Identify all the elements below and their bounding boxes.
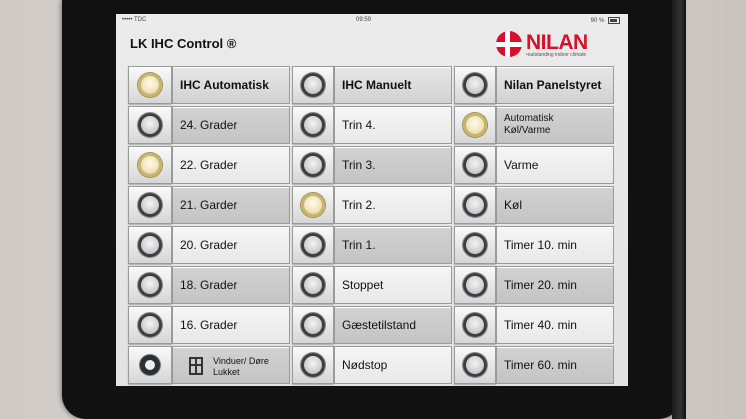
- trin-1-button[interactable]: [292, 226, 334, 264]
- danish-flag-icon: [496, 31, 522, 57]
- trin-4-label: Trin 4.: [334, 106, 452, 144]
- kol-label: Køl: [496, 186, 614, 224]
- ihc-automatisk-header: IHC Automatisk: [172, 66, 290, 104]
- lamp-indicator-icon: [301, 153, 325, 177]
- lamp-indicator-icon: [301, 193, 325, 217]
- grader-21-label: 21. Garder: [172, 186, 290, 224]
- lamp-indicator-icon: [138, 193, 162, 217]
- grader-22-label: 22. Grader: [172, 146, 290, 184]
- lamp-indicator-icon: [138, 113, 162, 137]
- grader-18-button[interactable]: [128, 266, 172, 304]
- lamp-indicator-icon: [301, 233, 325, 257]
- vinduer-label: Vinduer/ Døre Lukket: [172, 346, 290, 384]
- varme-label: Varme: [496, 146, 614, 184]
- grader-24-button[interactable]: [128, 106, 172, 144]
- lamp-indicator-icon: [140, 355, 160, 375]
- window-icon: [189, 357, 203, 375]
- status-bar: ••••• TDC 09:59 90 %: [116, 14, 628, 28]
- automatisk-line2: Køl/Varme: [504, 125, 551, 136]
- nilan-panelstyret-header: Nilan Panelstyret: [496, 66, 614, 104]
- app-screen: ••••• TDC 09:59 90 % LK IHC Control ® NI…: [116, 14, 628, 386]
- carrier-label: ••••• TDC: [122, 17, 147, 23]
- automatisk-kol-varme-label: Automatisk Køl/Varme: [496, 106, 614, 144]
- grader-18-label: 18. Grader: [172, 266, 290, 304]
- gaestetilstand-button[interactable]: [292, 306, 334, 344]
- vinduer-line1: Vinduer/ Døre: [213, 356, 269, 366]
- app-title: LK IHC Control ®: [130, 36, 237, 51]
- trin-3-label: Trin 3.: [334, 146, 452, 184]
- clock: 09:59: [356, 17, 372, 23]
- lamp-indicator-icon: [301, 113, 325, 137]
- automatisk-kol-varme-button[interactable]: [454, 106, 496, 144]
- control-grid: IHC Automatisk 24. Grader 22. Grader 21.…: [128, 66, 618, 384]
- lamp-indicator-icon: [138, 313, 162, 337]
- trin-2-button[interactable]: [292, 186, 334, 224]
- timer-10-button[interactable]: [454, 226, 496, 264]
- grader-21-button[interactable]: [128, 186, 172, 224]
- battery-icon: [608, 17, 620, 24]
- grader-22-button[interactable]: [128, 146, 172, 184]
- stoppet-label: Stoppet: [334, 266, 452, 304]
- grader-16-button[interactable]: [128, 306, 172, 344]
- stoppet-button[interactable]: [292, 266, 334, 304]
- lamp-indicator-icon: [301, 73, 325, 97]
- grader-16-label: 16. Grader: [172, 306, 290, 344]
- battery-status: 90 %: [591, 17, 620, 24]
- lamp-indicator-icon: [463, 193, 487, 217]
- lamp-indicator-icon: [463, 153, 487, 177]
- trin-4-button[interactable]: [292, 106, 334, 144]
- timer-20-button[interactable]: [454, 266, 496, 304]
- nilan-logo: NILAN •outstanding indoor climate: [492, 29, 622, 63]
- ihc-manuelt-button[interactable]: [292, 66, 334, 104]
- lamp-indicator-icon: [138, 273, 162, 297]
- timer-20-label: Timer 20. min: [496, 266, 614, 304]
- lamp-indicator-icon: [301, 273, 325, 297]
- lamp-indicator-icon: [138, 73, 162, 97]
- ihc-automatisk-button[interactable]: [128, 66, 172, 104]
- lamp-indicator-icon: [138, 233, 162, 257]
- vinduer-button[interactable]: [128, 346, 172, 384]
- varme-button[interactable]: [454, 146, 496, 184]
- timer-40-button[interactable]: [454, 306, 496, 344]
- battery-label: 90 %: [590, 18, 605, 25]
- vinduer-line2: Lukket: [213, 367, 240, 377]
- trin-3-button[interactable]: [292, 146, 334, 184]
- timer-10-label: Timer 10. min: [496, 226, 614, 264]
- lamp-indicator-icon: [463, 233, 487, 257]
- timer-40-label: Timer 40. min: [496, 306, 614, 344]
- timer-60-button[interactable]: [454, 346, 496, 384]
- vinduer-label-text: Vinduer/ Døre Lukket: [213, 356, 269, 378]
- lamp-indicator-icon: [301, 353, 325, 377]
- trin-2-label: Trin 2.: [334, 186, 452, 224]
- trin-1-label: Trin 1.: [334, 226, 452, 264]
- lamp-indicator-icon: [463, 273, 487, 297]
- lamp-indicator-icon: [463, 113, 487, 137]
- grader-20-button[interactable]: [128, 226, 172, 264]
- kol-button[interactable]: [454, 186, 496, 224]
- lamp-indicator-icon: [463, 353, 487, 377]
- lamp-indicator-icon: [301, 313, 325, 337]
- lamp-indicator-icon: [138, 153, 162, 177]
- automatisk-line1: Automatisk: [504, 113, 554, 124]
- lamp-indicator-icon: [463, 73, 487, 97]
- grader-20-label: 20. Grader: [172, 226, 290, 264]
- grader-24-label: 24. Grader: [172, 106, 290, 144]
- tablet-edge: [672, 0, 686, 419]
- nodstop-label: Nødstop: [334, 346, 452, 384]
- timer-60-label: Timer 60. min: [496, 346, 614, 384]
- nilan-panelstyret-button[interactable]: [454, 66, 496, 104]
- logo-tagline: •outstanding indoor climate: [526, 52, 587, 58]
- lamp-indicator-icon: [463, 313, 487, 337]
- nodstop-button[interactable]: [292, 346, 334, 384]
- gaestetilstand-label: Gæstetilstand: [334, 306, 452, 344]
- ihc-manuelt-header: IHC Manuelt: [334, 66, 452, 104]
